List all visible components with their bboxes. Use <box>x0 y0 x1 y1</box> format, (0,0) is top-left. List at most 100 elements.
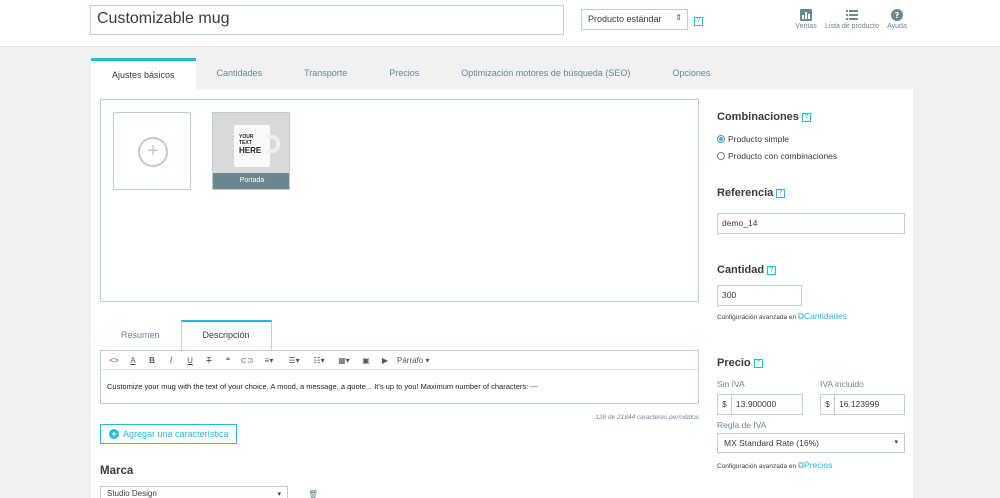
help-label: Ayuda <box>887 23 907 30</box>
source-code-icon[interactable]: <> <box>107 356 121 365</box>
quantity-advanced-hint: Configuración avanzada en ⧉Cantidades <box>717 311 847 322</box>
quantity-input[interactable]: 300 <box>717 285 802 306</box>
bullet-list-icon[interactable]: ☰▾ <box>284 356 304 365</box>
product-list-label: Lista de producto <box>825 23 879 30</box>
sales-label: Ventas <box>795 23 817 30</box>
product-tabs: Ajustes básicos Cantidades Transporte Pr… <box>91 58 731 89</box>
add-feature-button[interactable]: + Agregar una característica <box>100 424 237 444</box>
table-icon[interactable]: ▦▾ <box>334 356 354 365</box>
plus-circle-icon: + <box>109 429 119 439</box>
currency-addon-excl: $ <box>717 394 731 415</box>
brand-select[interactable]: Studio Design ▾ <box>100 486 288 498</box>
product-type-select[interactable]: Producto estándar ⇕ <box>581 9 688 30</box>
description-tabs: Resumen Descripción <box>100 320 272 350</box>
radio-unchecked-icon <box>717 152 725 160</box>
price-excl-label: Sin IVA <box>717 379 745 389</box>
strikethrough-icon[interactable]: T <box>202 356 216 365</box>
mug-print-text: YOUR TEXT HERE <box>239 134 265 155</box>
list-icon <box>846 10 858 20</box>
tab-quantities[interactable]: Cantidades <box>196 58 284 89</box>
price-title: Precio ? <box>717 357 763 369</box>
reference-help-icon[interactable]: ? <box>776 188 786 198</box>
price-help-icon[interactable]: ? <box>753 358 763 368</box>
image-dropzone[interactable]: + YOUR TEXT HERE Portada <box>100 99 699 302</box>
reference-input[interactable]: demo_14 <box>717 213 905 234</box>
tab-basic-settings[interactable]: Ajustes básicos <box>91 58 196 89</box>
mug-text-line1: YOUR TEXT <box>239 134 254 146</box>
bar-chart-icon <box>800 9 812 21</box>
chevron-down-icon: ▾ <box>894 439 898 446</box>
quantity-help-icon[interactable]: ? <box>767 265 777 275</box>
radio-combinations-product[interactable]: Producto con combinaciones <box>717 151 837 161</box>
media-icon[interactable]: ▶ <box>378 356 392 365</box>
mug-text-line2: HERE <box>239 146 262 155</box>
product-type-value: Producto estándar <box>588 14 662 24</box>
cover-label: Portada <box>213 173 289 189</box>
paragraph-format-select[interactable]: Párrafo ▾ <box>397 356 437 365</box>
bold-icon[interactable]: B <box>145 356 159 365</box>
mug-handle <box>268 135 280 153</box>
price-incl-label: IVA incluido <box>820 379 864 389</box>
radio-simple-product[interactable]: Producto simple <box>717 134 789 144</box>
top-header: Customizable mug Producto estándar ⇕ ? V… <box>0 0 1000 47</box>
add-feature-label: Agregar una característica <box>123 429 229 439</box>
trash-icon[interactable]: 🗑 <box>308 490 318 498</box>
plus-circle-icon: + <box>138 137 168 167</box>
tab-prices[interactable]: Precios <box>368 58 440 89</box>
blockquote-icon[interactable]: ❝ <box>221 356 235 365</box>
product-name-input[interactable]: Customizable mug <box>90 5 564 35</box>
italic-icon[interactable]: I <box>164 356 178 365</box>
tab-seo[interactable]: Optimización motores de búsqueda (SEO) <box>440 58 651 89</box>
chevron-down-icon: ▾ <box>277 491 281 498</box>
tax-rule-label: Regla de IVA <box>717 420 767 430</box>
combinations-title-text: Combinaciones <box>717 111 799 123</box>
reference-title: Referencia ? <box>717 187 786 199</box>
description-text[interactable]: Customize your mug with the text of your… <box>101 370 698 403</box>
svg-text:?: ? <box>895 11 900 20</box>
currency-addon-incl: $ <box>820 394 834 415</box>
tab-shipping[interactable]: Transporte <box>283 58 368 89</box>
select-arrows-icon: ⇕ <box>675 13 682 22</box>
quantity-hint-text: Configuración avanzada en <box>717 314 797 321</box>
price-advanced-hint: Configuración avanzada en ⧉Precios <box>717 460 832 471</box>
character-counter: 128 de 21844 caracteres permitidos <box>595 414 699 421</box>
brand-value: Studio Design <box>107 489 157 498</box>
editor-toolbar: <> A B I U T ❝ ⊂⊃ ≡▾ ☰▾ ☷▾ ▦▾ ▣ ▶ Párraf… <box>101 351 698 370</box>
basic-settings-panel: + YOUR TEXT HERE Portada Resumen Descrip… <box>91 89 913 498</box>
tab-options[interactable]: Opciones <box>651 58 731 89</box>
tab-summary[interactable]: Resumen <box>100 320 181 350</box>
image-icon[interactable]: ▣ <box>359 356 373 365</box>
tax-rule-select[interactable]: MX Standard Rate (16%) ▾ <box>717 433 905 453</box>
brand-title: Marca <box>100 465 134 477</box>
numbered-list-icon[interactable]: ☷▾ <box>309 356 329 365</box>
prices-link[interactable]: Precios <box>804 460 832 470</box>
combinations-help-icon[interactable]: ? <box>801 112 811 122</box>
link-icon[interactable]: ⊂⊃ <box>240 356 254 365</box>
reference-title-text: Referencia <box>717 187 774 199</box>
description-editor[interactable]: <> A B I U T ❝ ⊂⊃ ≡▾ ☰▾ ☷▾ ▦▾ ▣ ▶ Párraf… <box>100 350 699 404</box>
tax-rule-value: MX Standard Rate (16%) <box>724 438 819 448</box>
radio-simple-label: Producto simple <box>728 134 789 144</box>
price-hint-text: Configuración avanzada en <box>717 463 797 470</box>
product-type-help-icon[interactable]: ? <box>694 17 703 26</box>
add-image-button[interactable]: + <box>113 112 191 190</box>
quantity-title-text: Cantidad <box>717 264 765 276</box>
paragraph-format-label: Párrafo <box>397 355 424 365</box>
combinations-title: Combinaciones ? <box>717 111 811 123</box>
quantity-title: Cantidad ? <box>717 264 777 276</box>
align-icon[interactable]: ≡▾ <box>259 356 279 365</box>
text-color-icon[interactable]: A <box>126 356 140 365</box>
help-circle-icon: ? <box>891 9 903 21</box>
price-title-text: Precio <box>717 357 751 369</box>
price-incl-input[interactable]: 16.123999 <box>834 394 905 415</box>
price-excl-input[interactable]: 13.900000 <box>731 394 803 415</box>
product-list-button[interactable]: Lista de producto <box>822 9 882 30</box>
radio-combinations-label: Producto con combinaciones <box>728 151 838 161</box>
sales-button[interactable]: Ventas <box>791 9 821 30</box>
radio-checked-icon <box>717 135 725 143</box>
underline-icon[interactable]: U <box>183 356 197 365</box>
product-image-thumbnail[interactable]: YOUR TEXT HERE Portada <box>212 112 290 190</box>
tab-description[interactable]: Descripción <box>180 320 272 350</box>
help-button[interactable]: ? Ayuda <box>884 9 910 30</box>
quantities-link[interactable]: Cantidades <box>804 311 847 321</box>
